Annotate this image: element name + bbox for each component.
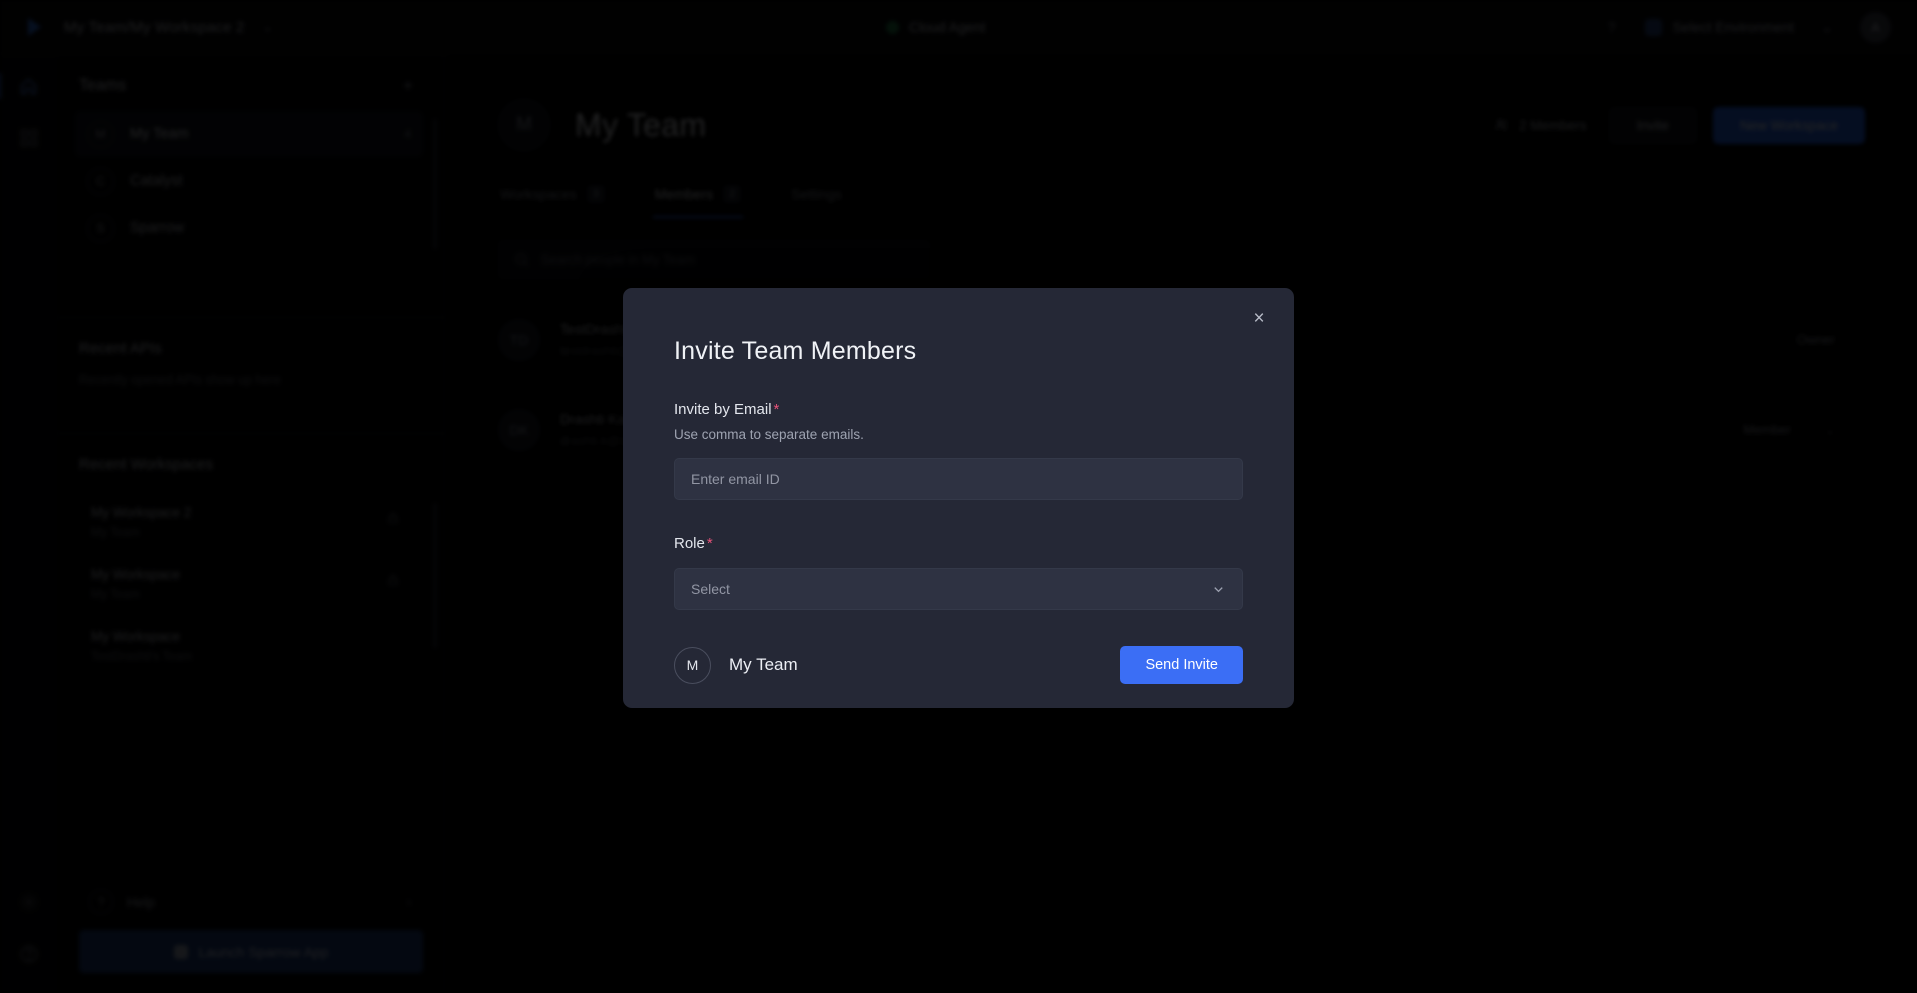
role-field-label: Role *: [674, 535, 1243, 552]
required-marker: *: [706, 535, 713, 552]
close-icon[interactable]: ×: [1246, 306, 1272, 332]
app-root: My Team/My Workspace 2 ⌄ Cloud Agent ? S…: [0, 0, 1917, 993]
modal-title: Invite Team Members: [674, 337, 917, 365]
team-name: My Team: [729, 655, 798, 674]
role-label-text: Role: [674, 535, 705, 552]
invite-team-members-modal: × Invite Team Members Invite by Email * U…: [623, 288, 1294, 708]
email-field[interactable]: [674, 458, 1243, 500]
chevron-down-icon: [1211, 582, 1226, 597]
role-select[interactable]: Select: [674, 568, 1243, 610]
team-avatar: M: [674, 646, 711, 684]
role-selected-value: Select: [691, 581, 730, 597]
modal-footer: M My Team Send Invite: [674, 646, 1243, 684]
email-label-text: Invite by Email: [674, 401, 772, 418]
email-field-label: Invite by Email *: [674, 401, 1243, 418]
email-field-help: Use comma to separate emails.: [674, 427, 864, 442]
send-invite-button[interactable]: Send Invite: [1120, 646, 1243, 684]
required-marker: *: [773, 401, 780, 418]
